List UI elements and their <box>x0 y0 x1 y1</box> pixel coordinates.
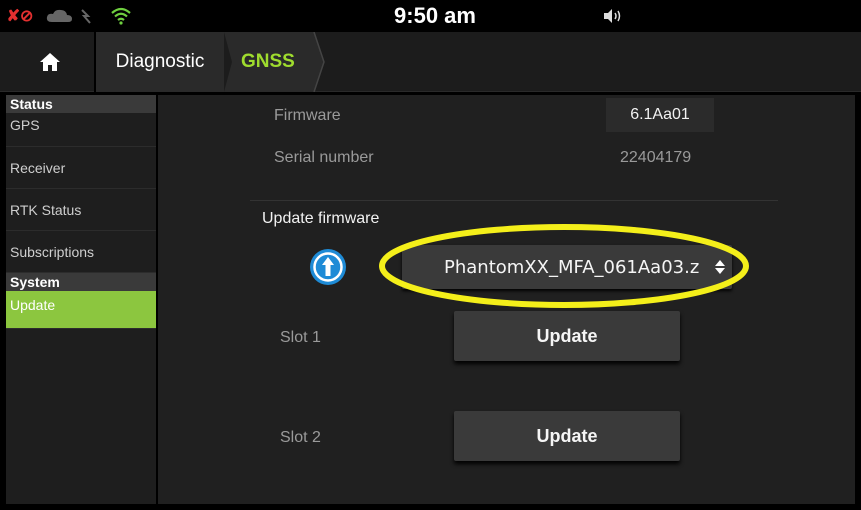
status-bar: ✘⊘ 9:50 am <box>0 0 861 32</box>
gps-off-icon: ✘⊘ <box>6 8 34 25</box>
volume-icon <box>598 6 628 26</box>
sidebar-header-status: Status <box>6 95 156 113</box>
divider <box>250 200 778 201</box>
sidebar-item-subscriptions[interactable]: Subscriptions <box>6 231 156 273</box>
slot-1-update-button[interactable]: Update <box>454 311 680 361</box>
firmware-value: 6.1Aa01 <box>606 98 714 132</box>
firmware-label: Firmware <box>274 107 341 124</box>
nav-bar: Diagnostic GNSS <box>0 32 861 92</box>
slot-1-label: Slot 1 <box>280 329 321 346</box>
home-icon <box>40 53 60 71</box>
breadcrumb-gnss[interactable]: GNSS <box>224 32 324 92</box>
wifi-icon <box>106 6 136 26</box>
clock: 9:50 am <box>394 3 476 28</box>
sidebar: Status GPS Receiver RTK Status Subscript… <box>6 95 156 504</box>
sidebar-item-gps[interactable]: GPS <box>6 113 156 147</box>
slot-2-update-button[interactable]: Update <box>454 411 680 461</box>
sidebar-item-rtk-status[interactable]: RTK Status <box>6 189 156 231</box>
cloud-sync-icon <box>44 6 100 26</box>
upload-icon[interactable] <box>308 247 348 287</box>
sidebar-item-receiver[interactable]: Receiver <box>6 147 156 189</box>
sidebar-header-system: System <box>6 273 156 291</box>
serial-number-label: Serial number <box>274 149 374 166</box>
home-button[interactable] <box>8 32 92 92</box>
sidebar-item-update[interactable]: Update <box>6 291 156 329</box>
slot-2-label: Slot 2 <box>280 429 321 446</box>
breadcrumb-diagnostic[interactable]: Diagnostic <box>96 32 224 92</box>
update-firmware-label: Update firmware <box>262 210 380 227</box>
highlight-ellipse <box>379 224 749 308</box>
serial-number-value: 22404179 <box>620 149 692 166</box>
